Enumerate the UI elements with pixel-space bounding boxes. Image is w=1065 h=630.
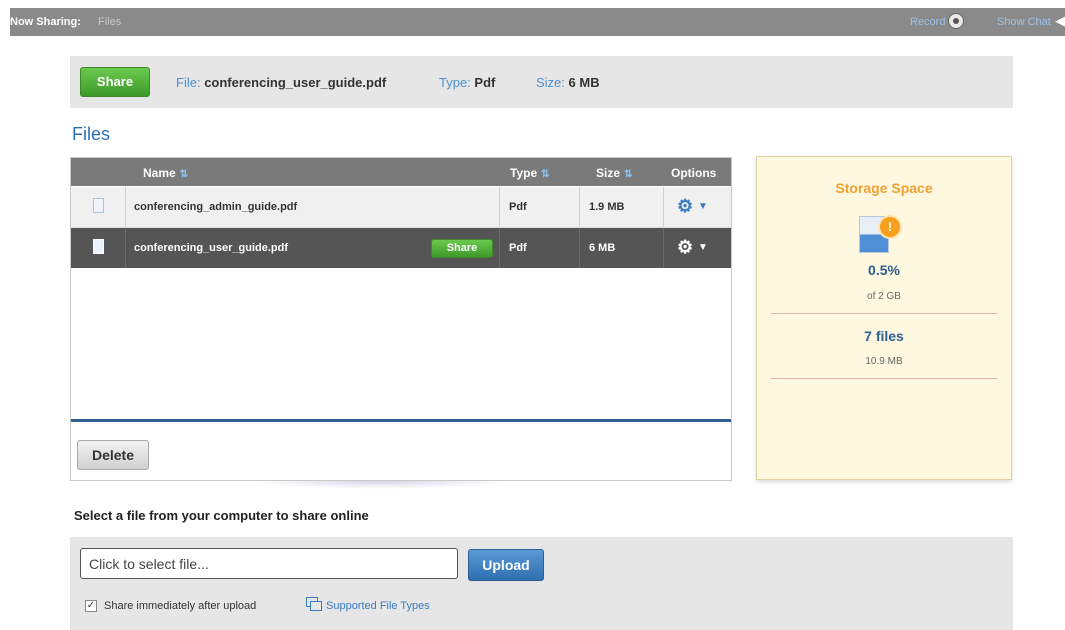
file-type: Pdf [509,201,527,213]
copy-icon[interactable] [306,597,322,611]
show-chat-link[interactable]: Show Chat [997,16,1051,28]
divider [771,378,997,379]
file-icon [93,198,104,213]
storage-total: of 2 GB [867,291,901,302]
warning-icon: ! [880,217,900,237]
upload-button[interactable]: Upload [468,549,544,581]
current-file-bar: Share File: conferencing_user_guide.pdf … [70,56,1013,108]
storage-title: Storage Space [835,180,933,196]
column-divider [663,228,664,268]
sort-icon[interactable]: ⇅ [624,169,632,180]
upload-bar: Upload ✓ Share immediately after upload … [70,537,1013,630]
file-size: 1.9 MB [589,201,625,213]
divider [771,313,997,314]
current-file-type: Type: Pdf [439,75,495,90]
files-heading: Files [72,124,111,144]
storage-panel: Storage Space ! 0.5% of 2 GB 7 files 10.… [756,156,1012,480]
column-type-label: Type [510,166,538,180]
gear-icon[interactable]: ⚙ [677,237,693,258]
supported-file-types-link[interactable]: Supported File Types [326,600,430,612]
file-count: 7 files [864,328,904,344]
storage-used: 10.9 MB [865,356,903,367]
column-divider [579,228,580,268]
file-value: conferencing_user_guide.pdf [204,75,387,90]
sort-icon[interactable]: ⇅ [541,169,549,180]
column-header-size[interactable]: Size ⇅ [596,166,632,180]
now-sharing-value: Files [98,16,122,28]
share-button[interactable]: Share [80,67,150,97]
share-immediately-label: Share immediately after upload [104,600,257,612]
file-type: Pdf [509,242,527,254]
size-label: Size: [536,75,565,90]
chevron-down-icon[interactable]: ▼ [698,201,708,212]
top-bar: Now Sharing: Files Record Show Chat ◀ [10,8,1065,36]
current-file-size: Size: 6 MB [536,75,600,90]
column-divider [499,228,500,268]
sort-icon[interactable]: ⇅ [180,169,188,180]
table-row[interactable]: conferencing_admin_guide.pdf Pdf 1.9 MB … [71,187,731,228]
column-header-options: Options [671,166,717,180]
column-divider [125,187,126,227]
file-size: 6 MB [589,242,616,254]
column-header-name[interactable]: Name ⇅ [143,166,188,180]
file-select-input[interactable] [80,548,458,579]
record-link[interactable]: Record [910,16,945,28]
now-sharing-label: Now Sharing: [10,16,81,28]
file-name: conferencing_user_guide.pdf [134,242,289,254]
table-header: Name ⇅ Type ⇅ Size ⇅ Options [71,158,731,186]
size-value: 6 MB [568,75,600,90]
upload-heading: Select a file from your computer to shar… [74,508,369,523]
current-file-name: File: conferencing_user_guide.pdf [176,75,386,90]
files-panel: Name ⇅ Type ⇅ Size ⇅ Options conferencing_a… [70,157,732,481]
column-header-type[interactable]: Type ⇅ [510,166,550,180]
column-divider [663,187,664,227]
type-label: Type: [439,75,471,90]
row-share-button[interactable]: Share [431,239,493,258]
chevron-down-icon[interactable]: ▼ [698,242,708,253]
gear-icon[interactable]: ⚙ [677,196,693,217]
speaker-icon[interactable]: ◀ [1055,13,1065,29]
share-immediately-checkbox[interactable]: ✓ [85,600,97,612]
record-icon[interactable] [948,13,964,29]
column-size-label: Size [596,166,621,180]
column-divider [579,187,580,227]
storage-percent: 0.5% [868,262,900,278]
panel-footer: Delete [71,422,731,480]
file-icon [93,239,104,254]
delete-button[interactable]: Delete [77,440,149,470]
column-divider [499,187,500,227]
column-name-label: Name [143,166,176,180]
file-name: conferencing_admin_guide.pdf [134,201,298,213]
panel-shadow [250,481,510,489]
table-row[interactable]: conferencing_user_guide.pdf Share Pdf 6 … [71,228,731,268]
file-label: File: [176,75,201,90]
column-divider [125,228,126,268]
type-value: Pdf [474,75,496,90]
